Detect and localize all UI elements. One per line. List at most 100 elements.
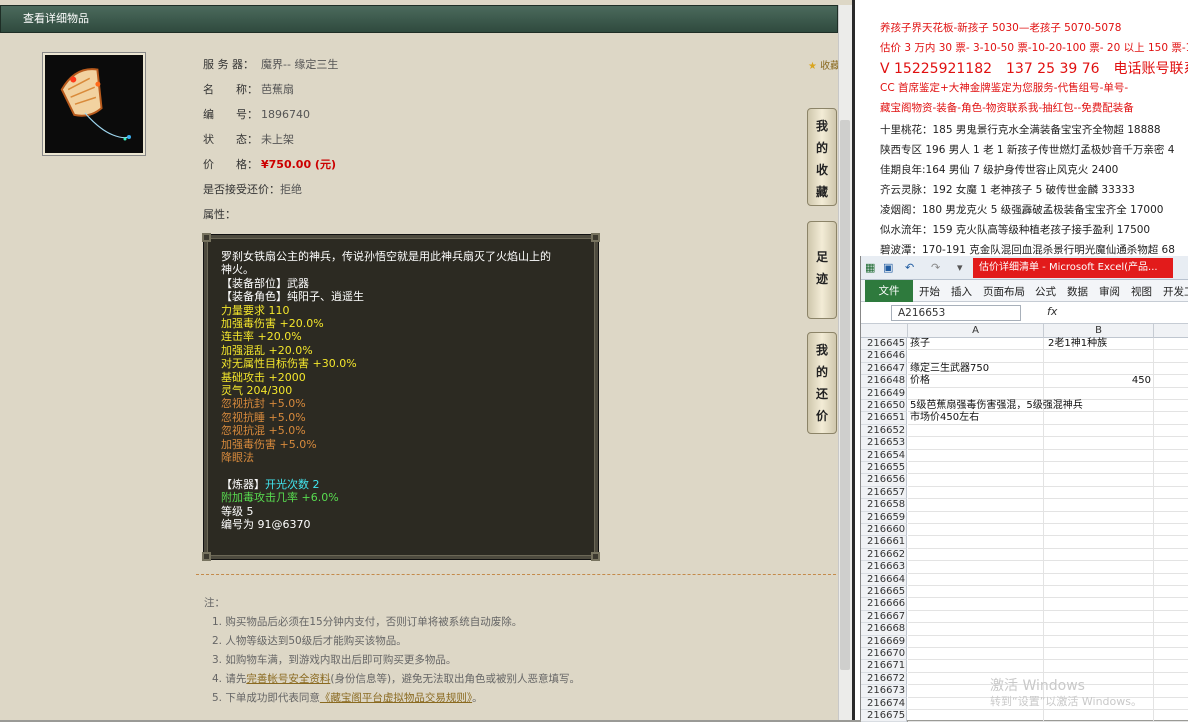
cell-b[interactable] — [1044, 561, 1154, 574]
cell-c[interactable] — [1154, 611, 1188, 624]
cell-a[interactable] — [908, 449, 1044, 462]
row-number[interactable]: 216648 — [861, 375, 907, 388]
cell-b[interactable] — [1044, 524, 1154, 537]
cell-a[interactable]: 价格 — [908, 375, 1044, 388]
cell-b[interactable] — [1044, 499, 1154, 512]
cell-c[interactable] — [1154, 524, 1188, 537]
cell-b[interactable] — [1044, 548, 1154, 562]
row-number[interactable]: 216646 — [861, 350, 907, 363]
name-box[interactable]: A216653 — [891, 305, 1021, 321]
tab-home[interactable]: 开始 — [919, 284, 940, 299]
row-number[interactable]: 216654 — [861, 449, 907, 462]
cell-c[interactable] — [1154, 636, 1188, 648]
cell-b[interactable] — [1044, 424, 1154, 438]
cell-b[interactable] — [1044, 511, 1154, 524]
row-number[interactable]: 216645 — [861, 338, 907, 351]
cell-a[interactable] — [908, 561, 1044, 574]
cell-a[interactable] — [908, 424, 1044, 438]
column-header-a[interactable]: A — [908, 324, 1044, 338]
cell-c[interactable] — [1154, 400, 1188, 413]
my-bargain-button[interactable]: 我的还价 — [807, 332, 837, 434]
tab-page-layout[interactable]: 页面布局 — [983, 284, 1025, 299]
cell-a[interactable] — [908, 350, 1044, 363]
cell-c[interactable] — [1154, 685, 1188, 698]
cell-a[interactable] — [908, 536, 1044, 549]
row-number[interactable]: 216659 — [861, 511, 907, 524]
tab-review[interactable]: 审阅 — [1099, 284, 1120, 299]
tab-view[interactable]: 视图 — [1131, 284, 1152, 299]
cell-c[interactable] — [1154, 350, 1188, 363]
tab-file[interactable]: 文件 — [865, 280, 913, 302]
row-number[interactable]: 216655 — [861, 462, 907, 475]
row-number[interactable]: 216653 — [861, 437, 907, 450]
fx-icon[interactable]: fx — [1047, 305, 1057, 318]
cell-a[interactable] — [908, 387, 1044, 400]
cell-b[interactable] — [1044, 437, 1154, 450]
cell-c[interactable] — [1154, 660, 1188, 673]
cell-a[interactable] — [908, 524, 1044, 537]
cell-b[interactable]: 450 — [1044, 375, 1154, 388]
cell-b[interactable] — [1044, 449, 1154, 462]
cell-a[interactable] — [908, 710, 1044, 722]
favorite-link[interactable]: ★ 收藏 — [808, 57, 840, 72]
cell-b[interactable] — [1044, 573, 1154, 586]
cell-b[interactable] — [1044, 710, 1154, 722]
row-number[interactable]: 216658 — [861, 499, 907, 512]
cell-a[interactable] — [908, 437, 1044, 450]
cell-c[interactable] — [1154, 698, 1188, 710]
cell-b[interactable] — [1044, 660, 1154, 673]
cell-b[interactable] — [1044, 474, 1154, 487]
cell-a[interactable]: 5级芭蕉扇强毒伤害强混，5级强混神兵 — [908, 400, 1083, 413]
row-number[interactable]: 216664 — [861, 573, 907, 586]
row-number[interactable]: 216674 — [861, 697, 907, 710]
note-link[interactable]: 《藏宝阁平台虚拟物品交易规则》 — [320, 692, 472, 704]
note-link[interactable]: 完善帐号安全资料 — [246, 673, 330, 685]
cell-a[interactable] — [908, 610, 1044, 624]
cell-c[interactable] — [1154, 338, 1188, 351]
cell-c[interactable] — [1154, 388, 1188, 400]
cell-c[interactable] — [1154, 561, 1188, 574]
row-number[interactable]: 216665 — [861, 586, 907, 599]
row-number[interactable]: 216669 — [861, 635, 907, 648]
cell-c[interactable] — [1154, 586, 1188, 599]
cell-c[interactable] — [1154, 710, 1188, 722]
row-number[interactable]: 216670 — [861, 648, 907, 661]
cell-a[interactable] — [908, 648, 1044, 661]
row-number[interactable]: 216672 — [861, 672, 907, 686]
row-number[interactable]: 216647 — [861, 362, 907, 376]
cell-a[interactable] — [908, 474, 1044, 487]
cell-a[interactable] — [908, 486, 1044, 500]
row-number[interactable]: 216667 — [861, 610, 907, 624]
cell-b[interactable] — [1044, 648, 1154, 661]
cell-b[interactable] — [1044, 486, 1154, 500]
row-number[interactable]: 216656 — [861, 474, 907, 487]
row-number[interactable]: 216651 — [861, 412, 907, 425]
cell-b[interactable] — [1044, 610, 1154, 624]
cell-c[interactable] — [1154, 474, 1188, 487]
cell-c[interactable] — [1154, 487, 1188, 500]
row-number[interactable]: 216661 — [861, 536, 907, 549]
row-number[interactable]: 216663 — [861, 561, 907, 574]
cell-a[interactable] — [908, 635, 1044, 648]
tab-developer[interactable]: 开发工 — [1163, 284, 1188, 299]
cell-b[interactable]: 2老1神1种族 — [1044, 338, 1154, 351]
row-number[interactable]: 216671 — [861, 660, 907, 673]
column-header-b[interactable]: B — [1044, 324, 1154, 338]
cell-c[interactable] — [1154, 648, 1188, 661]
cell-b[interactable] — [1044, 362, 1154, 376]
save-icon[interactable]: ▣ — [883, 261, 893, 274]
tab-data[interactable]: 数据 — [1067, 284, 1088, 299]
cell-a[interactable] — [908, 511, 1044, 524]
cell-a[interactable] — [908, 548, 1044, 562]
cell-c[interactable] — [1154, 375, 1188, 388]
cell-c[interactable] — [1154, 536, 1188, 549]
cell-c[interactable] — [1154, 450, 1188, 462]
cell-c[interactable] — [1154, 412, 1188, 425]
cell-c[interactable] — [1154, 623, 1188, 636]
cell-a[interactable] — [908, 573, 1044, 586]
cell-a[interactable]: 市场价450左右 — [908, 412, 1044, 425]
row-number[interactable]: 216649 — [861, 387, 907, 400]
row-number[interactable]: 216652 — [861, 424, 907, 438]
cell-b[interactable] — [1044, 586, 1154, 599]
cell-a[interactable] — [908, 586, 1044, 599]
